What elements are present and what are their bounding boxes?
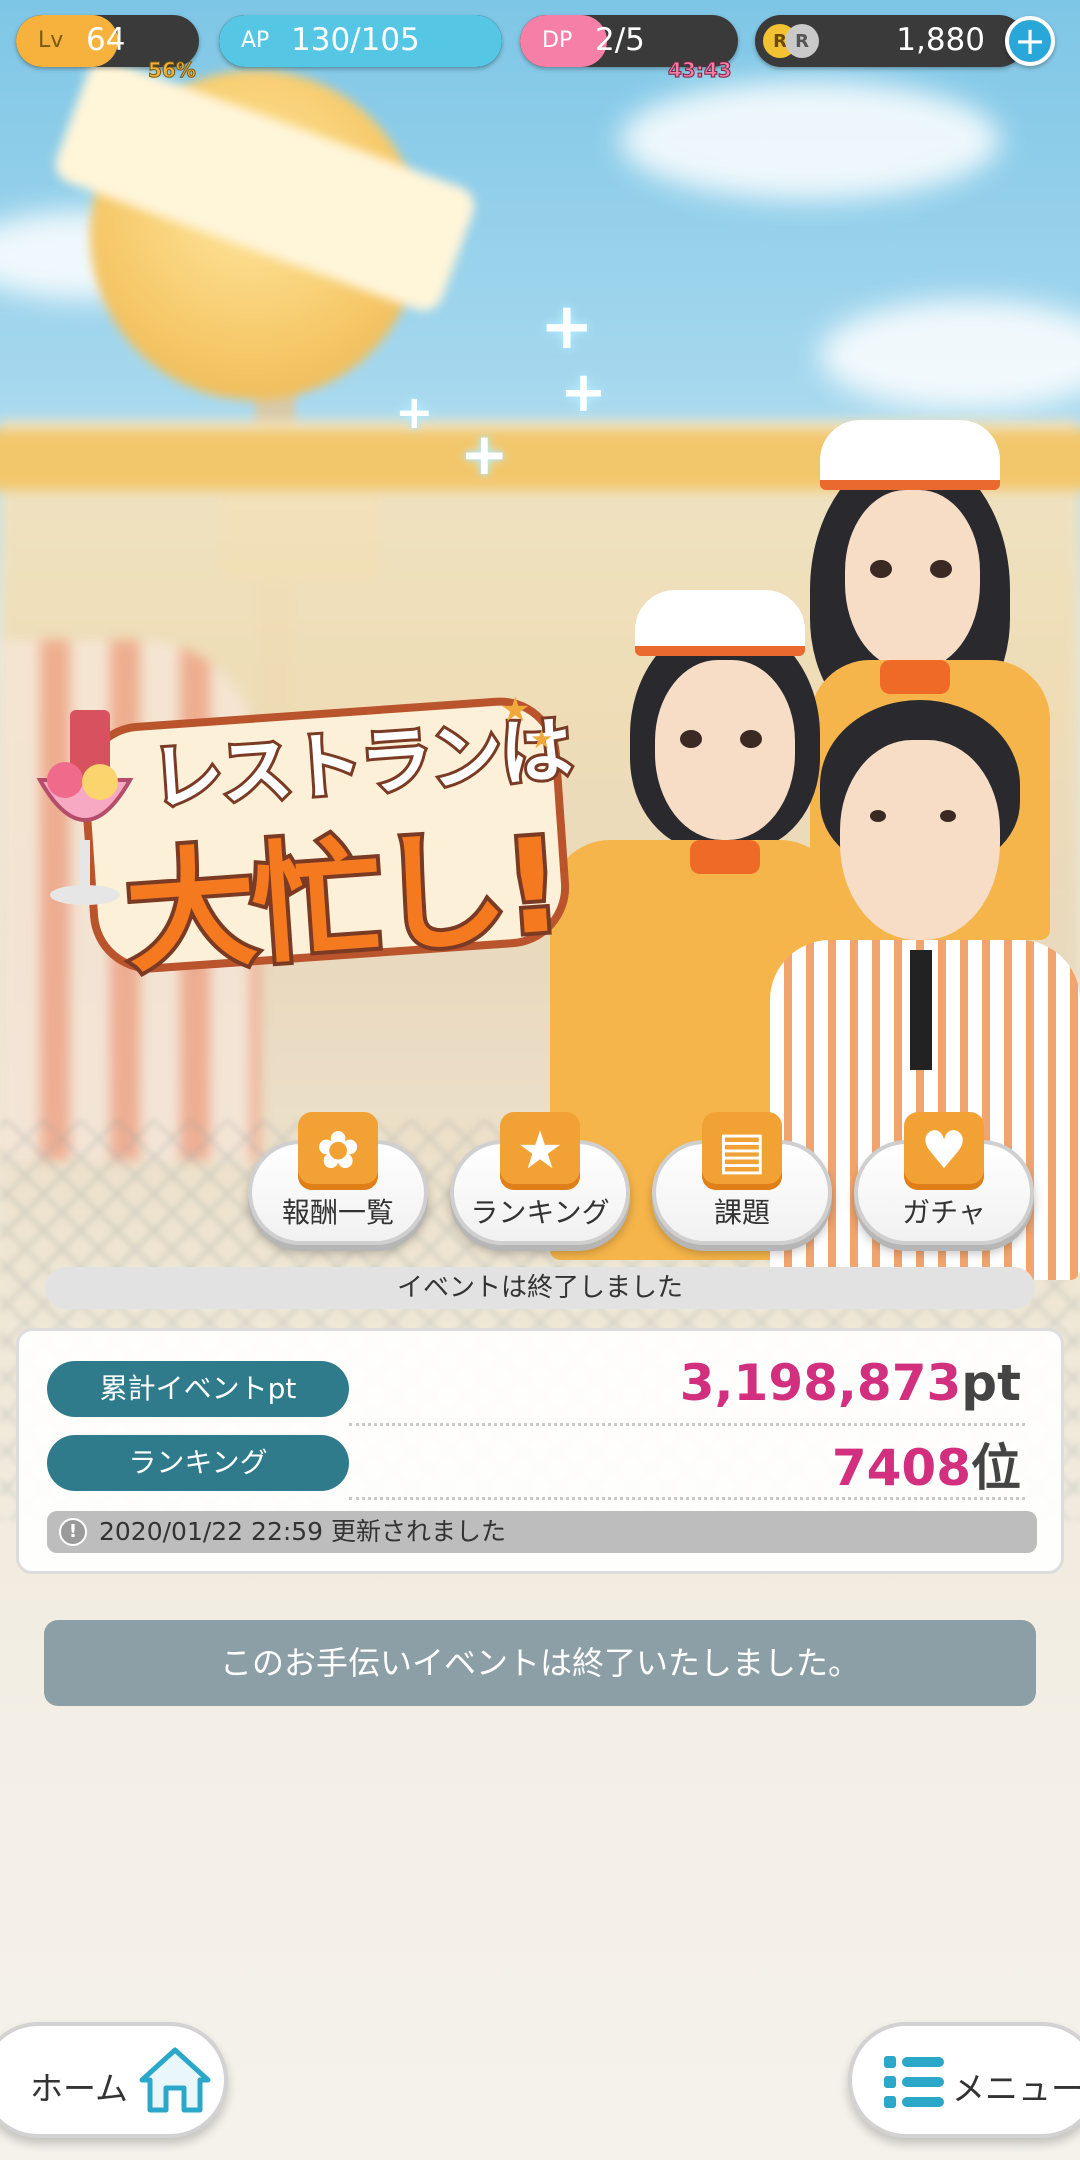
event-ended-message: このお手伝いイベントは終了いたしました。 [44,1620,1036,1706]
trophy-icon: ★ [500,1112,580,1190]
gift-icon: ✿ [298,1112,378,1190]
sparkle-icon: + [395,385,434,439]
plus-icon: + [1014,19,1046,63]
dp-tag: DP [542,28,573,53]
total-points-value: 3,198,873pt [680,1354,1021,1412]
dp-timer: 43:43 [668,58,733,83]
event-ended-banner: イベントは終了しました [45,1267,1035,1309]
event-stats-panel: 累計イベントpt 3,198,873pt ランキング 7408位 ! 2020/… [16,1328,1064,1574]
home-label: ホーム [30,2069,129,2108]
menu-list-icon [884,2056,944,2108]
gacha-label: ガチャ [902,1196,986,1229]
ranking-label: ランキング [470,1196,610,1229]
currency-indicator: R R 1,880 [755,15,1025,67]
ranking-stat-label: ランキング [47,1435,349,1491]
ranking-button[interactable]: ★ ランキング [450,1112,630,1245]
last-updated-bar: ! 2020/01/22 22:59 更新されました [47,1511,1037,1553]
ap-indicator: AP 130/105 [219,15,502,67]
heart-card-icon: ♥ [904,1112,984,1190]
sparkle-icon: + [540,290,594,364]
gacha-button[interactable]: ♥ ガチャ [854,1112,1034,1245]
tasks-label: 課題 [713,1196,770,1229]
menu-label: メニュー [952,2069,1080,2108]
total-points-unit: pt [961,1354,1021,1412]
ranking-number: 7408 [831,1439,971,1497]
home-button[interactable]: ホーム [0,2022,228,2138]
tasks-button[interactable]: ▤ 課題 [652,1112,832,1245]
total-points-label: 累計イベントpt [47,1361,349,1417]
level-value: 64 [86,22,126,58]
sparkle-icon: + [460,420,509,488]
last-updated-text: 2020/01/22 22:59 更新されました [99,1517,507,1546]
ap-tag: AP [241,28,270,53]
level-progress: 56% [148,58,197,83]
event-characters-illustration [540,410,1080,1280]
total-points-number: 3,198,873 [679,1354,962,1412]
home-icon [139,2047,211,2113]
currency-value: 1,880 [896,22,985,58]
rewards-list-label: 報酬一覧 [281,1196,394,1229]
notebook-icon: ▤ [702,1112,782,1190]
coin-silver-icon: R [785,24,819,58]
divider [349,1497,1025,1500]
rewards-list-button[interactable]: ✿ 報酬一覧 [248,1112,428,1245]
divider [349,1423,1025,1426]
info-icon: ! [59,1518,87,1546]
level-tag: Lv [38,28,64,53]
ap-value: 130/105 [291,22,420,58]
menu-button[interactable]: メニュー [848,2022,1080,2138]
star-icon: ★ [530,725,554,755]
dp-value: 2/5 [595,22,645,58]
ranking-stat-value: 7408位 [832,1428,1021,1500]
event-logo-line2: 大忙し! [117,805,568,995]
star-icon: ★ [500,690,531,730]
add-currency-button[interactable]: + [1005,16,1055,66]
event-logo: レストランは 大忙し! ★ ★ [30,690,600,995]
ranking-unit: 位 [971,1439,1021,1497]
